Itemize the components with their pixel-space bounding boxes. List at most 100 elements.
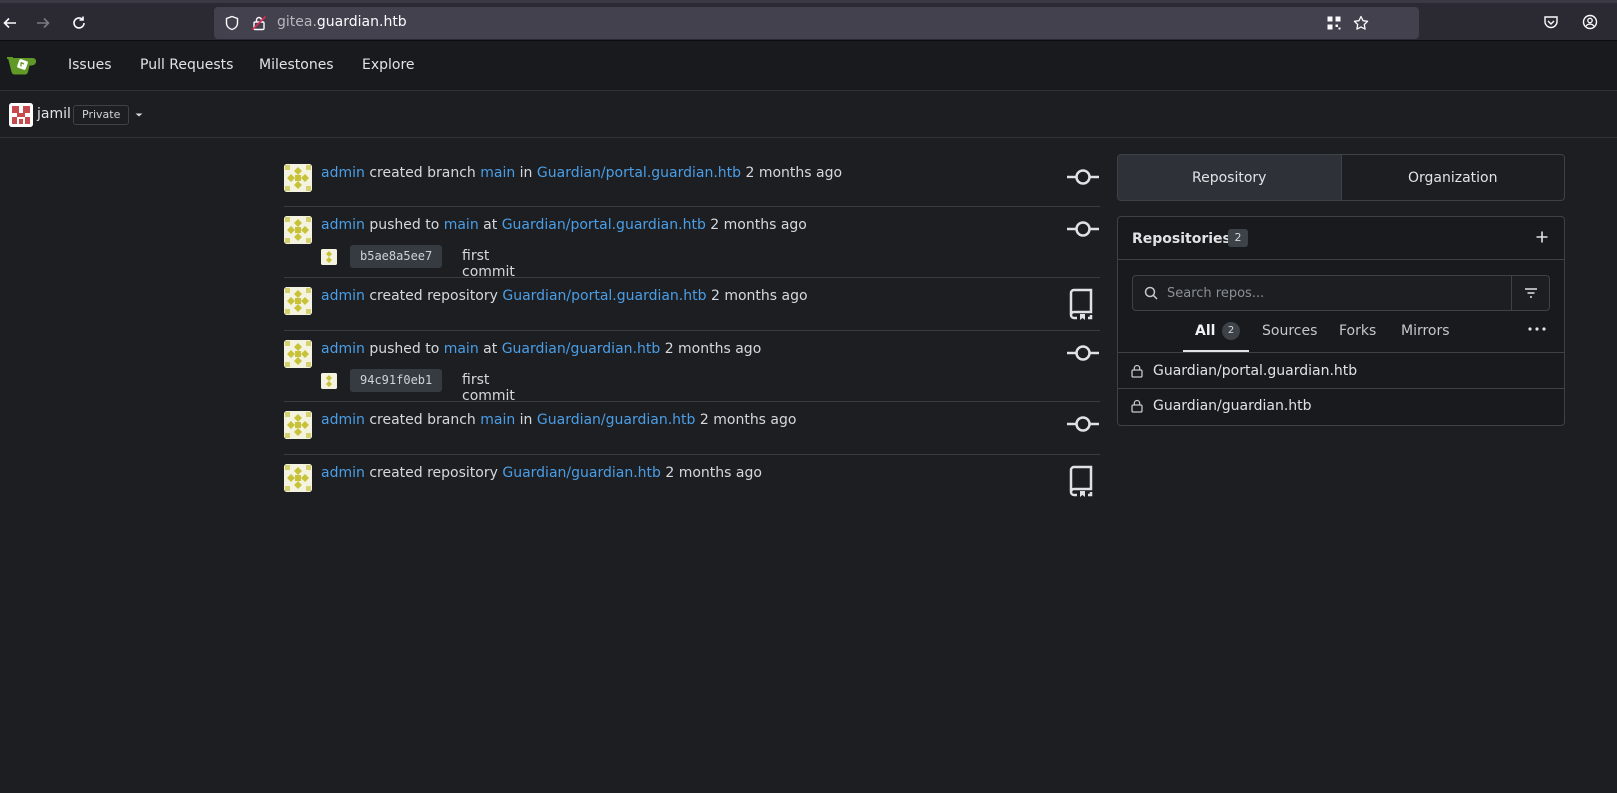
repo-link[interactable]: Guardian/guardian.htb — [502, 341, 661, 357]
prep-text: in — [519, 412, 533, 428]
action-text: pushed to — [369, 217, 440, 233]
committer-avatar — [321, 249, 337, 265]
add-repo-button[interactable] — [1534, 229, 1550, 245]
nav-milestones[interactable]: Milestones — [259, 57, 334, 73]
repo-search — [1132, 275, 1550, 311]
prep-text: at — [483, 217, 498, 233]
repo-name[interactable]: Guardian/guardian.htb — [1153, 398, 1312, 414]
more-options-icon[interactable] — [1528, 327, 1546, 331]
admin-avatar[interactable] — [284, 164, 312, 192]
prep-text: at — [483, 341, 498, 357]
repositories-header: Repositories 2 — [1118, 217, 1564, 260]
tab-sources[interactable]: Sources — [1262, 323, 1317, 339]
time-text: 2 months ago — [665, 465, 762, 481]
url-subdomain: gitea. — [277, 14, 317, 30]
committer-avatar — [321, 373, 337, 389]
user-avatar[interactable] — [9, 103, 33, 127]
nav-explore[interactable]: Explore — [362, 57, 415, 73]
admin-avatar[interactable] — [284, 287, 312, 315]
nav-pull-requests[interactable]: Pull Requests — [140, 57, 233, 73]
repo-link[interactable]: Guardian/guardian.htb — [537, 412, 696, 428]
actor-link[interactable]: admin — [321, 288, 365, 304]
action-text: created branch — [369, 412, 476, 428]
branch-link[interactable]: main — [480, 165, 515, 181]
lock-icon — [1131, 399, 1143, 413]
organization-tab[interactable]: Organization — [1342, 155, 1565, 200]
browser-toolbar: gitea.guardian.htb — [0, 0, 1617, 41]
repo-icon — [1068, 288, 1094, 320]
repositories-panel: Repositories 2 All 2 Sources Forks Mirro… — [1117, 216, 1565, 426]
repo-link[interactable]: Guardian/portal.guardian.htb — [502, 288, 706, 304]
forward-button[interactable] — [33, 13, 53, 33]
commit-icon — [1066, 165, 1100, 189]
actor-link[interactable]: admin — [321, 412, 365, 428]
prep-text: in — [519, 165, 533, 181]
repo-link[interactable]: Guardian/guardian.htb — [502, 465, 661, 481]
feed-text: admin pushed to main at Guardian/portal.… — [321, 217, 807, 233]
commit-icon — [1066, 341, 1100, 365]
commit-sha-link[interactable]: 94c91f0eb1 — [350, 369, 443, 392]
admin-avatar[interactable] — [284, 411, 312, 439]
tab-all-count: 2 — [1222, 322, 1240, 340]
repo-list-item[interactable]: Guardian/portal.guardian.htb — [1118, 354, 1564, 389]
time-text: 2 months ago — [710, 217, 807, 233]
insecure-lock-icon[interactable] — [251, 15, 267, 31]
tab-mirrors[interactable]: Mirrors — [1401, 323, 1450, 339]
back-button[interactable] — [0, 13, 20, 33]
branch-link[interactable]: main — [444, 341, 479, 357]
tracking-shield-icon[interactable] — [224, 15, 240, 31]
account-icon[interactable] — [1582, 14, 1598, 30]
actor-link[interactable]: admin — [321, 341, 365, 357]
actor-link[interactable]: admin — [321, 465, 365, 481]
feed-item: admin pushed to main at Guardian/portal.… — [284, 207, 1100, 280]
actor-link[interactable]: admin — [321, 165, 365, 181]
branch-link[interactable]: main — [480, 412, 515, 428]
feed-text: admin created branch main in Guardian/gu… — [321, 412, 796, 428]
dashboard-context-bar: jamil Private — [0, 92, 1617, 138]
feed-text: admin created branch main in Guardian/po… — [321, 165, 842, 181]
nav-issues[interactable]: Issues — [68, 57, 112, 73]
lock-icon — [1131, 364, 1143, 378]
tab-all[interactable]: All — [1195, 323, 1215, 339]
repo-link[interactable]: Guardian/portal.guardian.htb — [537, 165, 741, 181]
time-text: 2 months ago — [664, 341, 762, 357]
bookmark-star-icon[interactable] — [1353, 15, 1369, 31]
qr-code-icon[interactable] — [1326, 15, 1342, 31]
gitea-logo-icon[interactable] — [6, 54, 38, 76]
admin-avatar[interactable] — [284, 464, 312, 492]
admin-avatar[interactable] — [284, 216, 312, 244]
action-text: created repository — [369, 288, 498, 304]
actor-link[interactable]: admin — [321, 217, 365, 233]
app-navbar: Issues Pull Requests Milestones Explore — [0, 41, 1617, 91]
repository-tab[interactable]: Repository — [1118, 155, 1342, 200]
repo-link[interactable]: Guardian/portal.guardian.htb — [502, 217, 706, 233]
url-text[interactable]: gitea.guardian.htb — [277, 14, 407, 30]
action-text: created branch — [369, 165, 476, 181]
context-username[interactable]: jamil — [37, 106, 71, 122]
commit-message: first commit — [462, 372, 515, 404]
chevron-down-icon[interactable] — [134, 112, 144, 118]
action-text: pushed to — [369, 341, 440, 357]
search-input[interactable] — [1167, 276, 1497, 310]
repositories-title: Repositories — [1132, 231, 1231, 247]
action-text: created repository — [369, 465, 498, 481]
feed-text: admin pushed to main at Guardian/guardia… — [321, 341, 761, 357]
commit-icon — [1066, 217, 1100, 241]
time-text: 2 months ago — [710, 288, 808, 304]
feed-text: admin created repository Guardian/guardi… — [321, 465, 762, 481]
filter-button[interactable] — [1511, 276, 1549, 310]
address-bar[interactable]: gitea.guardian.htb — [214, 7, 1419, 39]
filter-icon — [1524, 288, 1537, 298]
repo-name[interactable]: Guardian/portal.guardian.htb — [1153, 363, 1357, 379]
commit-sha-link[interactable]: b5ae8a5ee7 — [350, 245, 443, 268]
commit-icon — [1066, 412, 1100, 436]
feed-item: admin pushed to main at Guardian/guardia… — [284, 331, 1100, 404]
branch-link[interactable]: main — [444, 217, 479, 233]
reload-button[interactable] — [69, 13, 89, 33]
url-host: guardian.htb — [316, 14, 407, 30]
admin-avatar[interactable] — [284, 340, 312, 368]
pocket-icon[interactable] — [1543, 14, 1559, 30]
tab-forks[interactable]: Forks — [1339, 323, 1376, 339]
feed-item: admin created repository Guardian/guardi… — [284, 455, 1100, 507]
repo-list-item[interactable]: Guardian/guardian.htb — [1118, 389, 1564, 424]
